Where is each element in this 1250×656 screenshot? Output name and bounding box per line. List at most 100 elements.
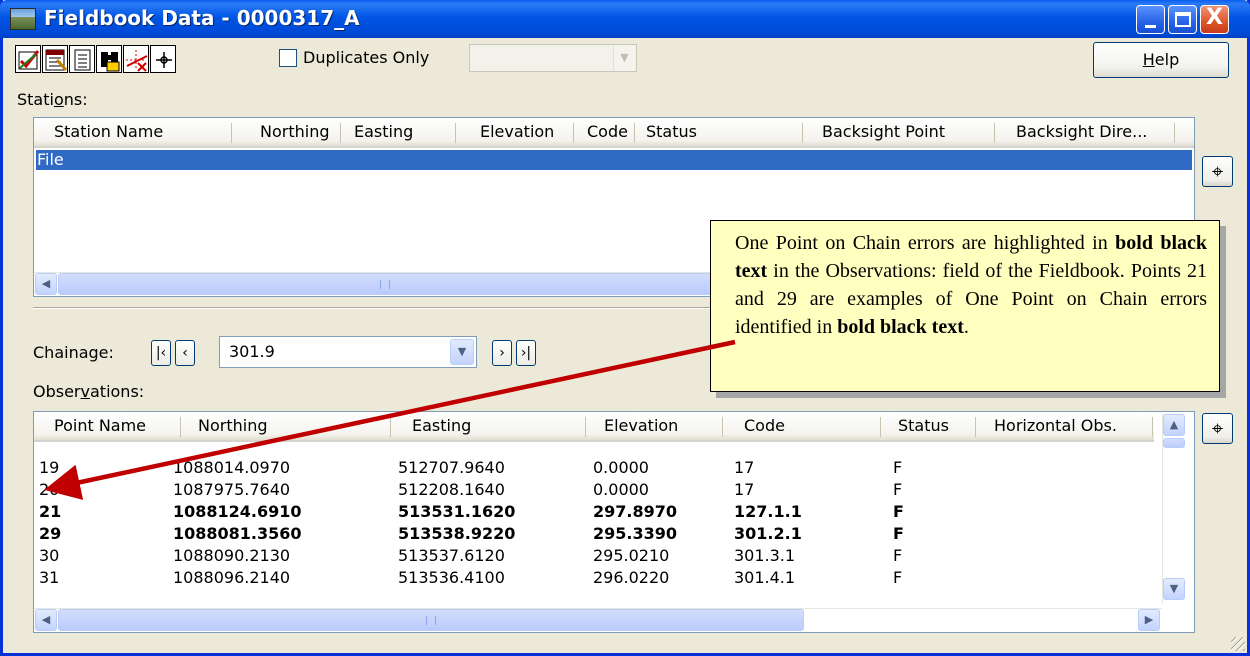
- maximize-button[interactable]: [1168, 5, 1197, 34]
- easting-cell: 513536.4100: [398, 568, 505, 587]
- chainage-combo[interactable]: 301.9 ▼: [219, 336, 477, 368]
- status-cell: F: [893, 546, 903, 565]
- header-separator[interactable]: [573, 123, 574, 143]
- header-separator[interactable]: [1152, 417, 1153, 437]
- header-separator[interactable]: [340, 123, 341, 143]
- observations-add-point-button[interactable]: ⌖: [1202, 413, 1233, 444]
- stations-label-mnemonic: o: [53, 90, 64, 109]
- col-northing[interactable]: Northing: [198, 412, 268, 440]
- elevation-cell: 296.0220: [593, 568, 670, 587]
- code-cell: 301.2.1: [734, 524, 802, 543]
- col-easting[interactable]: Easting: [354, 118, 413, 146]
- point-cell: 19: [39, 458, 60, 477]
- northing-cell: 1088014.0970: [173, 458, 291, 477]
- crosshair-button[interactable]: [150, 45, 176, 73]
- header-separator[interactable]: [585, 417, 586, 437]
- col-status[interactable]: Status: [898, 412, 949, 440]
- scroll-down-icon[interactable]: ▼: [1163, 578, 1185, 600]
- header-separator[interactable]: [880, 417, 881, 437]
- header-separator[interactable]: [231, 123, 232, 143]
- col-station-name[interactable]: Station Name: [54, 118, 163, 146]
- elevation-cell: 295.0210: [593, 546, 670, 565]
- stations-add-point-button[interactable]: ⌖: [1202, 156, 1233, 187]
- title-bar[interactable]: Fieldbook Data - 0000317_A X: [0, 0, 1250, 38]
- northing-cell: 1088124.6910: [173, 502, 302, 521]
- scroll-right-icon[interactable]: ▶: [1138, 609, 1160, 631]
- code-cell: 127.1.1: [734, 502, 802, 521]
- last-button[interactable]: ›|: [516, 340, 536, 366]
- point-edit-button[interactable]: [123, 45, 149, 73]
- minimize-button[interactable]: [1136, 5, 1165, 34]
- next-button[interactable]: ›: [492, 340, 512, 366]
- scroll-thumb[interactable]: [58, 609, 804, 631]
- chainage-label: Chainage:: [33, 343, 114, 362]
- observations-label-post: ations:: [89, 382, 145, 401]
- stations-label-post: ns:: [63, 90, 88, 109]
- help-label-rest: elp: [1154, 50, 1180, 69]
- help-mnemonic: H: [1142, 50, 1155, 69]
- maximize-icon: [1175, 12, 1191, 27]
- header-separator[interactable]: [634, 123, 635, 143]
- col-elevation[interactable]: Elevation: [604, 412, 678, 440]
- first-button[interactable]: |‹: [151, 340, 171, 366]
- northing-cell: 1088081.3560: [173, 524, 302, 543]
- easting-cell: 513531.1620: [398, 502, 516, 521]
- col-point-name[interactable]: Point Name: [54, 412, 146, 440]
- duplicates-only-checkbox[interactable]: [279, 49, 297, 67]
- prev-icon: ‹: [182, 345, 188, 361]
- northing-cell: 1088096.2140: [173, 568, 291, 587]
- header-separator[interactable]: [722, 417, 723, 437]
- col-elevation[interactable]: Elevation: [480, 118, 554, 146]
- observations-label: Observations:: [33, 382, 144, 401]
- observations-vscrollbar[interactable]: ▲ ▼: [1162, 414, 1186, 604]
- station-row-selected[interactable]: File: [36, 150, 1192, 170]
- binoculars-button[interactable]: [96, 45, 122, 73]
- observations-list[interactable]: Point Name Northing Easting Elevation Co…: [33, 411, 1195, 633]
- header-separator[interactable]: [1174, 123, 1175, 143]
- scroll-left-icon[interactable]: ◀: [35, 273, 57, 295]
- header-separator[interactable]: [994, 123, 995, 143]
- col-northing[interactable]: Northing: [260, 118, 330, 146]
- easting-cell: 512208.1640: [398, 480, 505, 499]
- northing-cell: 1088090.2130: [173, 546, 291, 565]
- help-button[interactable]: Help: [1093, 42, 1229, 78]
- annotation-callout: One Point on Chain errors are highlighte…: [710, 220, 1220, 392]
- header-separator[interactable]: [180, 417, 181, 437]
- status-cell: F: [893, 568, 903, 587]
- header-separator[interactable]: [975, 417, 976, 437]
- callout-text: in the Observations: field of the Fieldb…: [735, 260, 1207, 338]
- table-edit-button[interactable]: [42, 45, 68, 73]
- col-backsight-point[interactable]: Backsight Point: [822, 118, 945, 146]
- scroll-up-icon[interactable]: ▲: [1163, 414, 1185, 436]
- col-backsight-direction[interactable]: Backsight Dire...: [1016, 118, 1147, 146]
- stations-header: Station Name Northing Easting Elevation …: [34, 118, 1194, 148]
- observations-label-pre: Obser: [33, 382, 81, 401]
- col-status[interactable]: Status: [646, 118, 697, 146]
- resize-grip-icon[interactable]: [1231, 637, 1245, 651]
- scroll-left-icon[interactable]: ◀: [35, 609, 57, 631]
- list-button[interactable]: [69, 45, 95, 73]
- close-icon: X: [1206, 5, 1223, 30]
- check-edit-button[interactable]: [15, 45, 41, 73]
- chevron-down-icon[interactable]: ▼: [450, 339, 474, 365]
- easting-cell: 512707.9640: [398, 458, 505, 477]
- station-name-cell: File: [37, 150, 64, 169]
- header-separator[interactable]: [802, 123, 803, 143]
- observations-label-mnemonic: v: [80, 382, 90, 401]
- scroll-thumb[interactable]: [58, 273, 712, 295]
- scroll-thumb[interactable]: [1163, 438, 1185, 448]
- crosshair-icon: ⌖: [1211, 416, 1224, 440]
- point-cell: 31: [39, 568, 60, 587]
- header-separator[interactable]: [455, 123, 456, 143]
- col-horizontal-obs[interactable]: Horizontal Obs.: [994, 412, 1117, 440]
- col-easting[interactable]: Easting: [412, 412, 471, 440]
- header-separator[interactable]: [390, 417, 391, 437]
- first-icon: |‹: [155, 345, 167, 361]
- prev-button[interactable]: ‹: [175, 340, 195, 366]
- observations-hscrollbar[interactable]: ◀ ▶: [34, 608, 1162, 632]
- col-code[interactable]: Code: [587, 118, 628, 146]
- callout-text: .: [963, 316, 969, 338]
- close-button[interactable]: X: [1200, 5, 1229, 34]
- col-code[interactable]: Code: [744, 412, 785, 440]
- elevation-cell: 295.3390: [593, 524, 678, 543]
